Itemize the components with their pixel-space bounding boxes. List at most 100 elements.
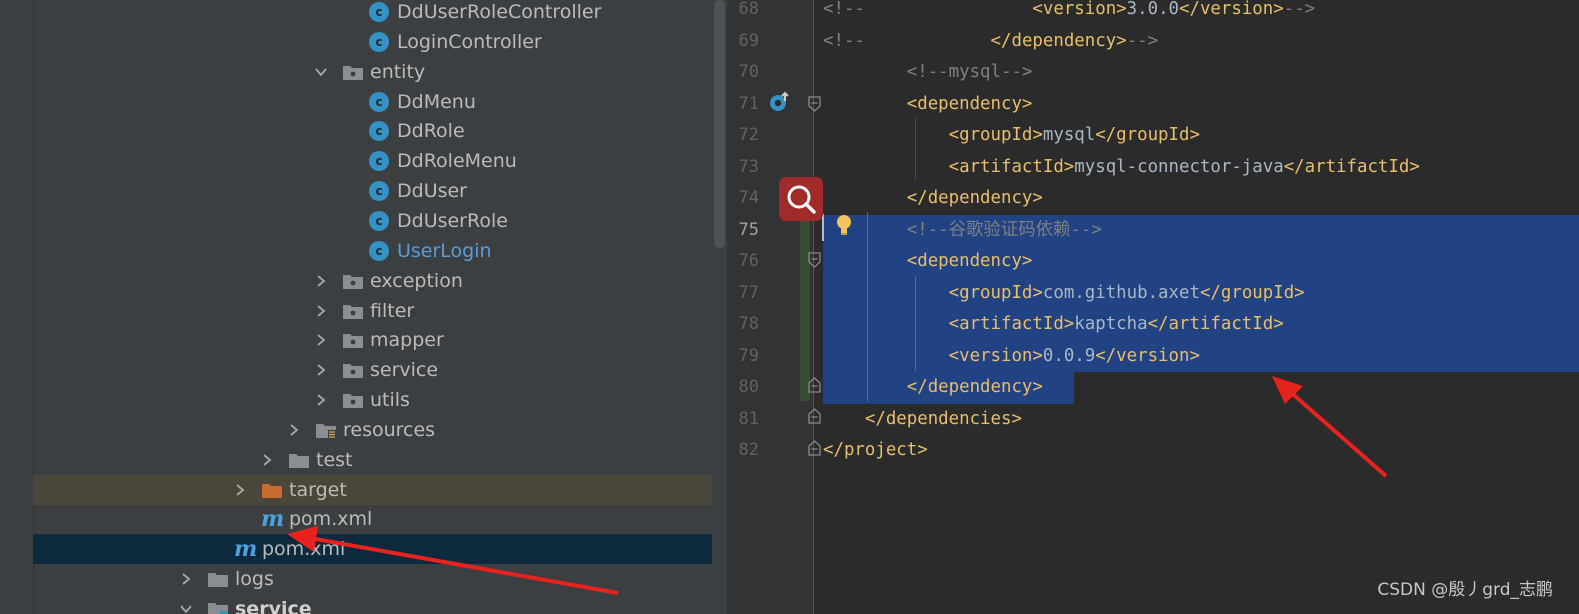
chevron-right-icon[interactable] bbox=[314, 355, 328, 385]
tree-item-dduserrolecontroller[interactable]: c DdUserRoleController bbox=[33, 0, 727, 27]
tree-item-userlogin[interactable]: c UserLogin bbox=[33, 236, 727, 266]
xml-tag: <artifactId> bbox=[948, 314, 1075, 334]
line-number: 76 bbox=[738, 251, 759, 271]
tree-item-logs[interactable]: logs bbox=[33, 564, 727, 594]
line-number: 75 bbox=[738, 219, 759, 240]
tree-item-label: filter bbox=[370, 299, 415, 322]
fold-icon[interactable] bbox=[808, 252, 821, 272]
tree-item-label: DdRole bbox=[397, 120, 465, 143]
line-number: 81 bbox=[738, 408, 759, 429]
tree-item-label: DdMenu bbox=[397, 90, 476, 113]
code-editor[interactable]: 68 <!-- <version>3.0.0</version>--> 69 <!--… bbox=[727, 0, 1579, 614]
xml-text bbox=[823, 409, 865, 429]
xml-comment: --> bbox=[1283, 0, 1316, 19]
chevron-right-icon[interactable] bbox=[314, 296, 328, 326]
chevron-right-icon[interactable] bbox=[314, 325, 328, 355]
tree-item-ddrole[interactable]: c DdRole bbox=[33, 116, 727, 146]
xml-text: 3.0.0 bbox=[1126, 0, 1180, 19]
module-folder-icon bbox=[207, 599, 229, 614]
tree-item-pom-xml[interactable]: m pom.xml bbox=[33, 504, 727, 534]
code-line[interactable]: <version>0.0.9</version> bbox=[823, 341, 1200, 373]
tree-item-label: service bbox=[370, 359, 439, 382]
chevron-right-icon[interactable] bbox=[314, 266, 328, 296]
line-number: 82 bbox=[738, 440, 759, 460]
tree-item-mapper[interactable]: mapper bbox=[33, 325, 727, 355]
project-tree: c DdUserRoleController c LoginController ent… bbox=[0, 0, 727, 614]
tree-item-service[interactable]: service bbox=[33, 594, 727, 614]
vcs-change-marker[interactable] bbox=[800, 211, 810, 401]
dependency-update-icon[interactable] bbox=[768, 91, 792, 113]
xml-tag: <groupId> bbox=[948, 125, 1043, 145]
tree-item-utils[interactable]: utils bbox=[33, 385, 727, 415]
scrollbar-thumb[interactable] bbox=[714, 0, 725, 248]
xml-text bbox=[823, 314, 949, 334]
tree-item-test[interactable]: test bbox=[33, 445, 727, 475]
code-line[interactable]: <artifactId>kaptcha</artifactId> bbox=[823, 309, 1284, 341]
chevron-down-icon[interactable] bbox=[179, 594, 193, 614]
tree-item-dduserrole[interactable]: c DdUserRole bbox=[33, 206, 727, 236]
line-number: 69 bbox=[738, 30, 759, 51]
tree-item-filter[interactable]: filter bbox=[33, 296, 727, 326]
tree-item-label: utils bbox=[370, 389, 410, 412]
xml-comment bbox=[865, 31, 991, 51]
chevron-right-icon[interactable] bbox=[260, 445, 274, 475]
tree-item-exception[interactable]: exception bbox=[33, 266, 727, 296]
code-line[interactable]: <groupId>com.github.axet</groupId> bbox=[823, 278, 1305, 310]
search-overlay-icon[interactable] bbox=[779, 177, 823, 221]
line-number: 72 bbox=[738, 125, 759, 145]
code-line[interactable]: <!-- </dependency>--> bbox=[823, 26, 1158, 58]
tree-item-pom-xml[interactable]: m pom.xml bbox=[33, 534, 727, 565]
package-icon bbox=[342, 271, 364, 291]
xml-tag: </artifactId> bbox=[1283, 156, 1420, 177]
code-line[interactable]: <dependency> bbox=[823, 89, 1033, 121]
tree-item-entity[interactable]: entity bbox=[33, 57, 727, 87]
fold-icon[interactable] bbox=[808, 96, 821, 116]
xml-text bbox=[823, 157, 949, 177]
line-number: 77 bbox=[738, 282, 759, 303]
tree-scrollbar[interactable] bbox=[712, 0, 727, 614]
xml-tag: <dependency> bbox=[906, 93, 1033, 114]
xml-comment: --> bbox=[1126, 30, 1159, 51]
class-icon: c bbox=[369, 121, 391, 142]
code-line[interactable]: </dependencies> bbox=[823, 404, 1022, 436]
xml-comment: <!-- bbox=[823, 30, 865, 51]
code-line[interactable]: <!--mysql--> bbox=[823, 57, 1033, 89]
tree-item-ddrolemenu[interactable]: c DdRoleMenu bbox=[33, 146, 727, 176]
tree-item-label: logs bbox=[235, 568, 274, 591]
tree-item-label: test bbox=[316, 448, 353, 471]
chevron-down-icon[interactable] bbox=[314, 57, 328, 87]
xml-text: kaptcha bbox=[1074, 314, 1148, 334]
line-number: 73 bbox=[738, 156, 759, 177]
code-line[interactable]: <artifactId>mysql-connector-java</artifa… bbox=[823, 152, 1420, 184]
xml-tag: <dependency> bbox=[906, 251, 1033, 271]
fold-end-icon[interactable] bbox=[808, 440, 821, 460]
xml-text: mysql bbox=[1042, 125, 1096, 145]
tree-item-resources[interactable]: resources bbox=[33, 415, 727, 445]
chevron-right-icon[interactable] bbox=[314, 385, 328, 415]
code-line[interactable]: </dependency> bbox=[823, 372, 1043, 404]
chevron-right-icon[interactable] bbox=[233, 475, 247, 505]
indent-guide bbox=[915, 276, 916, 371]
chevron-right-icon[interactable] bbox=[287, 415, 301, 445]
tree-item-label: pom.xml bbox=[262, 538, 346, 561]
chevron-right-icon[interactable] bbox=[179, 564, 193, 594]
tree-item-dduser[interactable]: c DdUser bbox=[33, 176, 727, 206]
indent-guide bbox=[867, 212, 868, 402]
tree-item-service[interactable]: service bbox=[33, 355, 727, 385]
code-line[interactable]: <dependency> bbox=[823, 246, 1033, 278]
code-line[interactable]: </project> bbox=[823, 435, 928, 467]
tree-item-label: LoginController bbox=[397, 30, 542, 53]
tree-item-ddmenu[interactable]: c DdMenu bbox=[33, 87, 727, 117]
tree-item-logincontroller[interactable]: c LoginController bbox=[33, 27, 727, 57]
fold-end-icon[interactable] bbox=[808, 377, 821, 397]
xml-text: 0.0.9 bbox=[1042, 345, 1096, 366]
xml-tag: </dependency> bbox=[906, 188, 1043, 208]
code-line[interactable]: <!-- <version>3.0.0</version>--> bbox=[823, 0, 1315, 26]
code-line[interactable]: <groupId>mysql</groupId> bbox=[823, 120, 1200, 152]
code-line[interactable]: <!--谷歌验证码依赖--> bbox=[823, 215, 1102, 247]
fold-end-icon[interactable] bbox=[808, 408, 821, 428]
intention-bulb-icon[interactable] bbox=[831, 212, 857, 238]
tree-item-label: DdRoleMenu bbox=[397, 150, 517, 173]
tree-item-target[interactable]: target bbox=[33, 474, 727, 505]
code-line[interactable]: </dependency> bbox=[823, 183, 1043, 215]
